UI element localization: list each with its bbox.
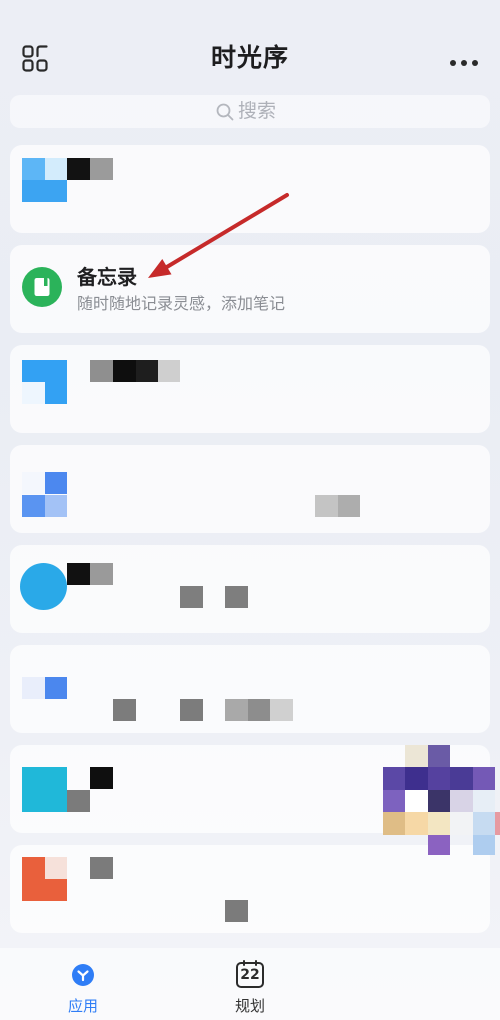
- search-placeholder: 搜索: [237, 100, 276, 122]
- search-icon: [216, 103, 234, 121]
- apps-grid-icon[interactable]: [22, 45, 49, 72]
- redaction-mosaic-cell: [495, 812, 500, 835]
- tab-label: 规划: [234, 997, 265, 1015]
- more-dots-icon[interactable]: [448, 53, 480, 66]
- tab-plan[interactable]: 22 规划: [205, 948, 295, 1020]
- list-item-title: 备忘录: [77, 265, 137, 289]
- list-item-redacted[interactable]: [10, 845, 490, 933]
- calendar-date: 22: [236, 962, 264, 988]
- list-item-redacted[interactable]: [10, 345, 490, 433]
- tab-apps[interactable]: 应用: [38, 948, 128, 1020]
- list-item-memo[interactable]: 备忘录 随时随地记录灵感，添加笔记: [10, 245, 490, 333]
- list-item-redacted[interactable]: [10, 645, 490, 733]
- app-hub-icon: [71, 963, 95, 987]
- app-screen: 时光序 搜索 备忘录 随时随地记录灵感，添加笔记 应用 22 规划: [0, 0, 500, 1020]
- list-item-subtitle: 随时随地记录灵感，添加笔记: [77, 294, 286, 313]
- notebook-icon: [22, 267, 62, 307]
- calendar-icon: 22: [236, 960, 264, 988]
- tab-label: 应用: [67, 997, 98, 1015]
- list-item-redacted[interactable]: [10, 445, 490, 533]
- page-title: 时光序: [210, 43, 289, 72]
- list-item-redacted[interactable]: [10, 745, 490, 833]
- list-item-redacted[interactable]: [10, 145, 490, 233]
- list-item-redacted[interactable]: [10, 545, 490, 633]
- bottom-tab-bar: 应用 22 规划: [0, 948, 500, 1020]
- search-bar[interactable]: 搜索: [10, 95, 490, 128]
